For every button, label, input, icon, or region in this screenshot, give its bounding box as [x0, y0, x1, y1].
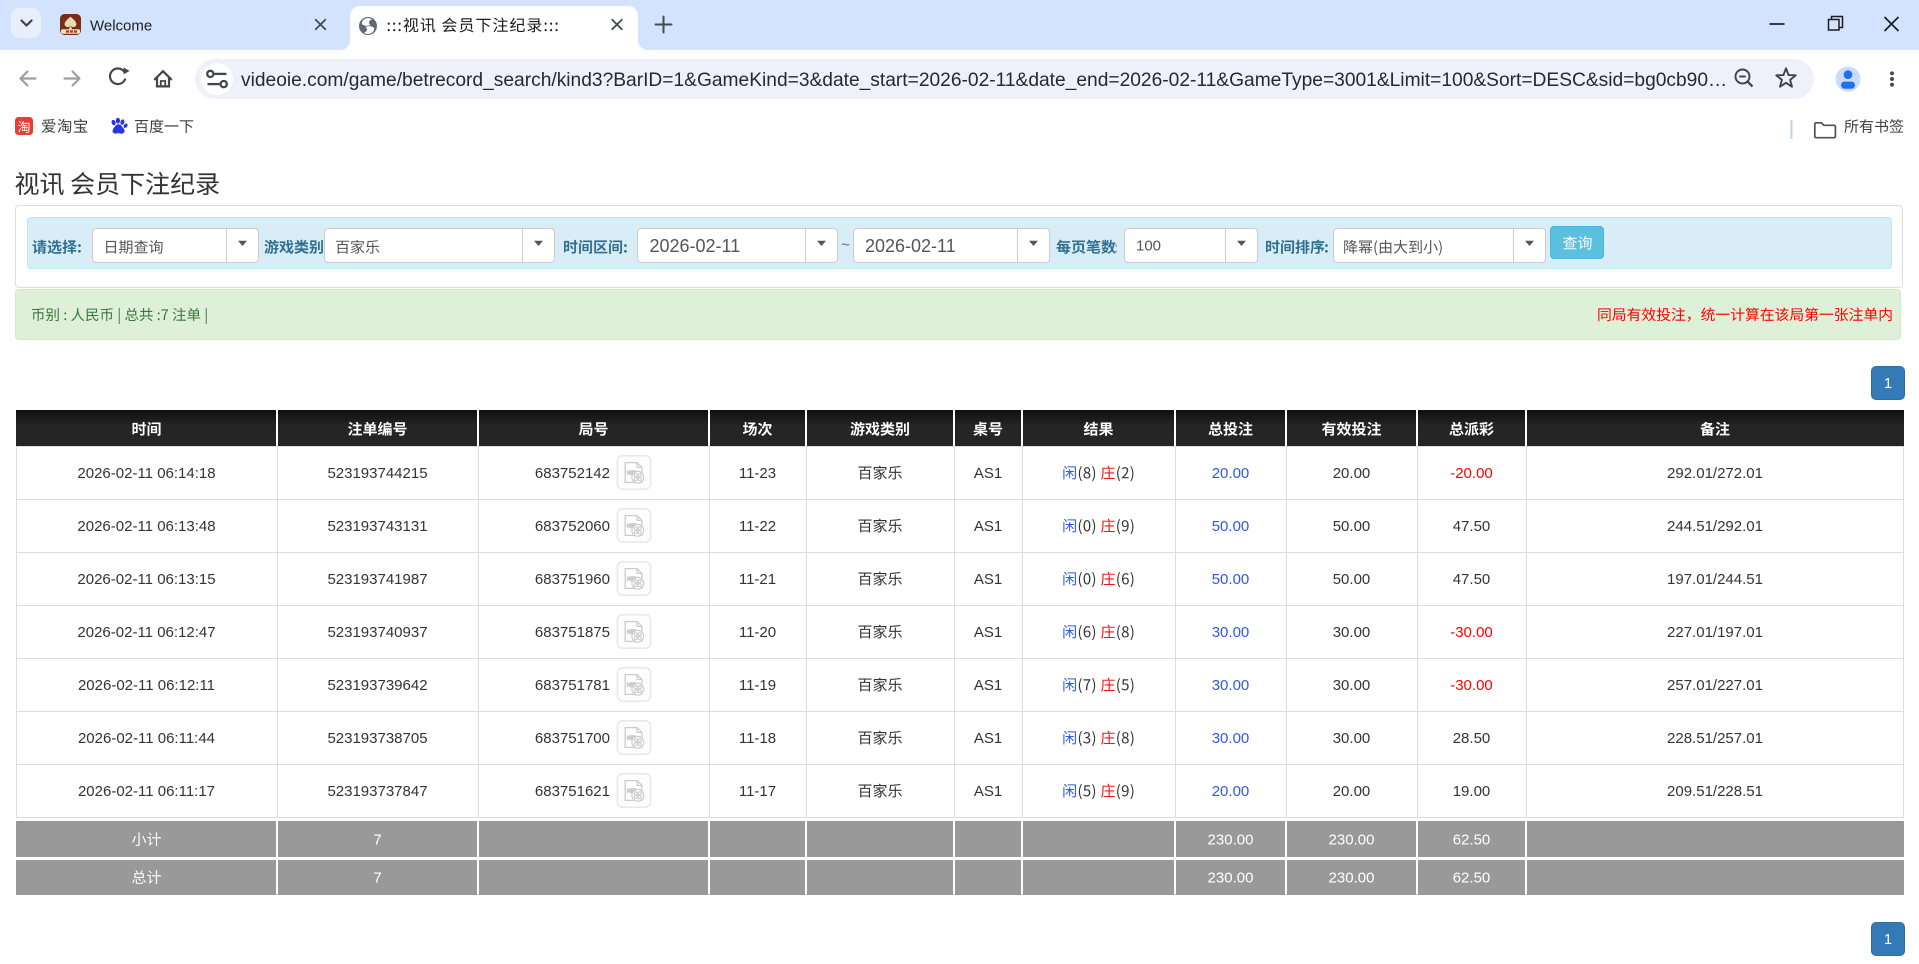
- svg-text:62.50: 62.50: [1453, 831, 1491, 848]
- svg-text:683752060: 683752060: [535, 518, 610, 535]
- svg-text:523193743131: 523193743131: [327, 518, 427, 535]
- svg-text:50.00: 50.00: [1333, 571, 1371, 588]
- svg-text:AS1: AS1: [974, 783, 1002, 800]
- svg-text:683752142: 683752142: [535, 465, 610, 482]
- svg-text:30.00: 30.00: [1212, 677, 1250, 694]
- svg-text:523193741987: 523193741987: [327, 571, 427, 588]
- svg-text:Welcome: Welcome: [90, 18, 152, 35]
- svg-text:100: 100: [1136, 238, 1161, 255]
- svg-text:AS1: AS1: [974, 624, 1002, 641]
- svg-text:2026-02-11: 2026-02-11: [865, 236, 956, 256]
- svg-text:230.00: 230.00: [1208, 831, 1254, 848]
- svg-text:523193744215: 523193744215: [327, 465, 427, 482]
- svg-text:28.50: 28.50: [1453, 730, 1491, 747]
- svg-text:30.00: 30.00: [1333, 624, 1371, 641]
- svg-text:523193739642: 523193739642: [327, 677, 427, 694]
- svg-text:30.00: 30.00: [1212, 730, 1250, 747]
- svg-text:523193738705: 523193738705: [327, 730, 427, 747]
- svg-text:2026-02-11 06:13:48: 2026-02-11 06:13:48: [77, 518, 215, 535]
- svg-text:292.01/272.01: 292.01/272.01: [1667, 465, 1763, 482]
- svg-text:19.00: 19.00: [1453, 783, 1491, 800]
- svg-text:47.50: 47.50: [1453, 518, 1491, 535]
- svg-text:11-23: 11-23: [739, 465, 776, 482]
- svg-text:30.00: 30.00: [1212, 624, 1250, 641]
- svg-text:227.01/197.01: 227.01/197.01: [1667, 624, 1763, 641]
- svg-text:230.00: 230.00: [1329, 831, 1375, 848]
- svg-text:7: 7: [373, 869, 381, 886]
- svg-text:62.50: 62.50: [1453, 869, 1491, 886]
- svg-text:11-17: 11-17: [739, 783, 776, 800]
- svg-text:2026-02-11: 2026-02-11: [650, 236, 741, 256]
- svg-text:683751621: 683751621: [535, 783, 610, 800]
- svg-text:257.01/227.01: 257.01/227.01: [1667, 677, 1763, 694]
- svg-text:11-19: 11-19: [739, 677, 776, 694]
- svg-text:1: 1: [1884, 375, 1892, 392]
- svg-text:228.51/257.01: 228.51/257.01: [1667, 730, 1763, 747]
- svg-text:2026-02-11 06:12:11: 2026-02-11 06:12:11: [78, 677, 215, 694]
- svg-text:244.51/292.01: 244.51/292.01: [1667, 518, 1763, 535]
- svg-text:-30.00: -30.00: [1450, 677, 1493, 694]
- svg-text:AS1: AS1: [974, 730, 1002, 747]
- svg-text:20.00: 20.00: [1212, 783, 1250, 800]
- svg-text:683751781: 683751781: [535, 677, 610, 694]
- svg-text:11-21: 11-21: [739, 571, 776, 588]
- svg-text:20.00: 20.00: [1212, 465, 1250, 482]
- svg-text:-20.00: -20.00: [1450, 465, 1493, 482]
- svg-text:videoie.com/game/betrecord_sea: videoie.com/game/betrecord_search/kind3?…: [241, 70, 1727, 91]
- svg-text:523193740937: 523193740937: [327, 624, 427, 641]
- svg-text:683751960: 683751960: [535, 571, 610, 588]
- svg-text:209.51/228.51: 209.51/228.51: [1667, 783, 1763, 800]
- svg-text:1: 1: [1884, 931, 1892, 948]
- svg-text:50.00: 50.00: [1333, 518, 1371, 535]
- svg-text:AS1: AS1: [974, 465, 1002, 482]
- svg-text:AS1: AS1: [974, 518, 1002, 535]
- svg-text:2026-02-11 06:13:15: 2026-02-11 06:13:15: [77, 571, 215, 588]
- svg-text:2026-02-11 06:11:17: 2026-02-11 06:11:17: [78, 783, 215, 800]
- svg-text:7: 7: [373, 831, 381, 848]
- svg-text:30.00: 30.00: [1333, 730, 1371, 747]
- svg-text:2026-02-11 06:12:47: 2026-02-11 06:12:47: [77, 624, 215, 641]
- svg-text:523193737847: 523193737847: [327, 783, 427, 800]
- svg-text:2026-02-11 06:14:18: 2026-02-11 06:14:18: [77, 465, 215, 482]
- svg-text:47.50: 47.50: [1453, 571, 1491, 588]
- svg-text:AS1: AS1: [974, 571, 1002, 588]
- svg-text:20.00: 20.00: [1333, 465, 1371, 482]
- svg-text:50.00: 50.00: [1212, 571, 1250, 588]
- svg-text:197.01/244.51: 197.01/244.51: [1667, 571, 1763, 588]
- svg-text:50.00: 50.00: [1212, 518, 1250, 535]
- svg-text:-30.00: -30.00: [1450, 624, 1493, 641]
- svg-text:~: ~: [841, 237, 850, 254]
- svg-text:20.00: 20.00: [1333, 783, 1371, 800]
- svg-text:2026-02-11 06:11:44: 2026-02-11 06:11:44: [78, 730, 215, 747]
- svg-text:683751875: 683751875: [535, 624, 610, 641]
- svg-text:11-18: 11-18: [739, 730, 776, 747]
- svg-text:230.00: 230.00: [1208, 869, 1254, 886]
- svg-text:AS1: AS1: [974, 677, 1002, 694]
- svg-text:230.00: 230.00: [1329, 869, 1375, 886]
- svg-text:11-22: 11-22: [739, 518, 776, 535]
- svg-text:11-20: 11-20: [739, 624, 776, 641]
- svg-text:683751700: 683751700: [535, 730, 610, 747]
- svg-text:30.00: 30.00: [1333, 677, 1371, 694]
